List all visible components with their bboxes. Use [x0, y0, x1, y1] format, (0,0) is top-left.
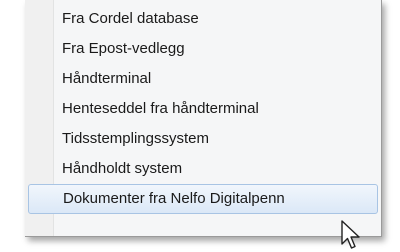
screen: Fra Cordel database Fra Epost-vedlegg Hå…: [0, 0, 400, 252]
context-menu: Fra Cordel database Fra Epost-vedlegg Hå…: [25, 0, 382, 237]
menu-item-dokumenter-fra-nelfo-digitalpenn[interactable]: Dokumenter fra Nelfo Digitalpenn: [28, 184, 378, 214]
arrow-cursor-icon: [341, 220, 360, 249]
menu-items: Fra Cordel database Fra Epost-vedlegg Hå…: [25, 4, 381, 214]
menu-item-handholdt-system[interactable]: Håndholdt system: [25, 154, 381, 184]
menu-item-fra-cordel-database[interactable]: Fra Cordel database: [25, 4, 381, 34]
menu-item-henteseddel-fra-handterminal[interactable]: Henteseddel fra håndterminal: [25, 94, 381, 124]
menu-item-handterminal[interactable]: Håndterminal: [25, 64, 381, 94]
menu-item-tidsstemplingssystem[interactable]: Tidsstemplingssystem: [25, 124, 381, 154]
menu-item-fra-epost-vedlegg[interactable]: Fra Epost-vedlegg: [25, 34, 381, 64]
